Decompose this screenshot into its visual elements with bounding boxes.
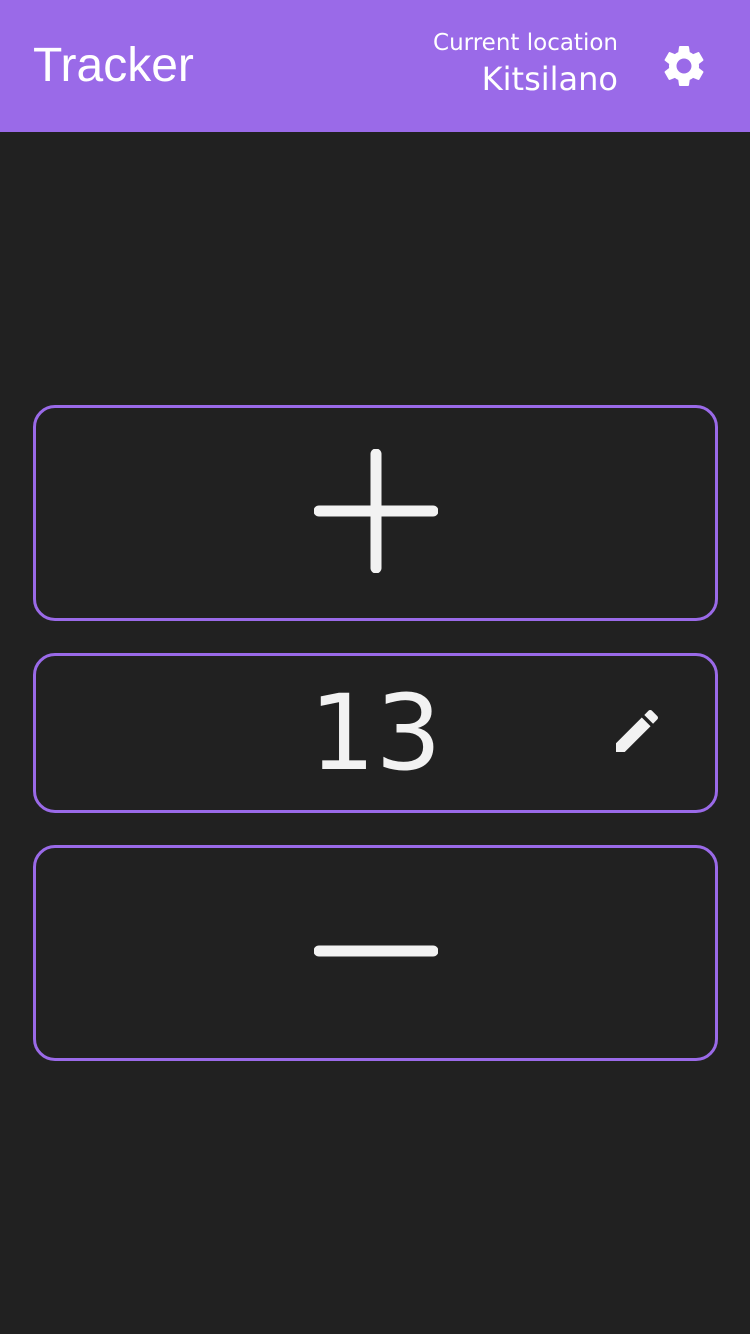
- app-title: Tracker: [33, 39, 194, 92]
- settings-button[interactable]: [656, 38, 712, 94]
- increment-button[interactable]: [33, 405, 718, 621]
- minus-icon: [313, 939, 438, 967]
- count-value: 13: [309, 672, 442, 794]
- location-value: Kitsilano: [481, 60, 618, 98]
- pencil-icon: [609, 703, 665, 763]
- app-bar: Tracker Current location Kitsilano: [0, 0, 750, 132]
- count-display: 13: [33, 653, 718, 813]
- gear-icon: [659, 41, 709, 91]
- decrement-button[interactable]: [33, 845, 718, 1061]
- app-root: Tracker Current location Kitsilano 13: [0, 0, 750, 1334]
- location-label: Current location: [433, 30, 618, 56]
- current-location: Current location Kitsilano: [433, 28, 618, 99]
- edit-count-button[interactable]: [609, 705, 665, 761]
- plus-icon: [313, 448, 438, 577]
